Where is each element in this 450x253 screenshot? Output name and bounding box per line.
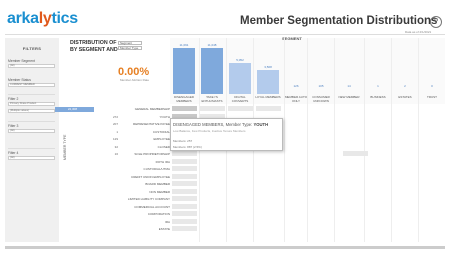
segment-label: TAKE I'S ENTHUSIASTS (201, 95, 223, 103)
segment-value: 2 (404, 84, 406, 88)
horizontal-scrollbar[interactable] (5, 246, 445, 249)
segment-value: 0 (431, 84, 433, 88)
row-label: CUSTODIAL/UTMA (143, 167, 170, 171)
row-label: GENERAL MEMBERSHIP (134, 107, 170, 111)
arkalytics-logo: arkalytics (7, 10, 78, 27)
segment-label: LOYAL MEMBERS (255, 95, 281, 99)
filter-label-3: Filter 3 (8, 124, 19, 128)
segment-label: ESTATES (398, 95, 412, 99)
row-label: CUSTODIAL (152, 129, 170, 134)
filter-2-values[interactable]: (Multiple values) (8, 109, 55, 113)
grid-line (284, 38, 285, 242)
row-value: 22,308 (67, 107, 77, 111)
filter-2-primary[interactable]: Primary Share Product (8, 102, 55, 106)
filters-panel (5, 38, 59, 242)
filter-4[interactable]: (All) (8, 156, 55, 160)
filter-member-status[interactable]: CURRENT MEMBER (8, 83, 55, 87)
grid-line (391, 38, 392, 242)
tooltip-description: Low Balance, Few Products, Inactive Tenu… (173, 129, 246, 133)
row-label: ROTH IRA (155, 159, 170, 164)
segment-value: 11,048 (207, 43, 217, 47)
segment-value: 3,568 (264, 65, 272, 69)
segment-value: 1 (377, 84, 379, 88)
row-value: 272 (112, 114, 118, 119)
segment-label: DISENGAGED MEMBERS (173, 95, 194, 103)
segment-dropdown[interactable]: Segment (118, 41, 142, 45)
segment-bar-enthusiasts[interactable] (201, 48, 223, 94)
row-label: SOLE PROPRIETORSHIP (134, 152, 170, 156)
segment-value: 11,091 (179, 43, 189, 47)
segment-value: 126 (293, 84, 299, 88)
row-label: EMPLOYEE (153, 137, 170, 141)
row-label: COMMERCIAL ACCOUNT (134, 204, 170, 209)
row-label: CORPORATION (147, 212, 170, 216)
tooltip-members-line: Members: 257 (173, 139, 193, 143)
segment-label: CONSUMER UNKNOWN (312, 95, 330, 103)
row-value: 207 (112, 122, 118, 126)
attrition-label: Member Attrition Rate (120, 78, 150, 82)
row-value: 16 (114, 152, 118, 156)
header-divider (5, 34, 445, 35)
segment-value: 5,052 (236, 58, 244, 62)
row-label: ESTATE (158, 227, 170, 231)
filter-divider (8, 121, 55, 122)
filters-heading: FILTERS (22, 46, 42, 51)
filter-label-member-segment: Member Segment (8, 59, 35, 63)
segment-label: MEMBER AUTO ONLY (284, 95, 308, 103)
member-type-axis-label: MEMBER TYPE (63, 134, 67, 160)
filter-3[interactable]: (All) (8, 129, 55, 133)
segment-bar-loyal-members[interactable] (257, 70, 279, 94)
row-label: IRA (164, 219, 170, 224)
row-label: NON MEMBER (149, 189, 170, 194)
filter-divider (8, 148, 55, 149)
row-value: 32 (114, 144, 118, 149)
segment-label: BUSINESS (370, 95, 386, 99)
segment-label: NEW MEMBER (338, 95, 360, 99)
row-value: 1 (116, 129, 118, 134)
tooltip-title: DISENGAGED MEMBERS, Member Type: YOUTH (173, 122, 269, 127)
row-label: REPRESENTATIVE PAYEE (133, 122, 170, 126)
segment-label: TRUST (427, 95, 437, 99)
attrition-percentage: 0.00% (118, 66, 150, 78)
segment-value: 14 (347, 84, 351, 88)
segment-bar-disengaged[interactable] (173, 48, 195, 94)
help-icon[interactable]: ? (430, 16, 442, 28)
member-type-dropdown[interactable]: Member Type (118, 46, 142, 50)
row-label: YOUTH (159, 114, 171, 119)
row-label: BOARD MEMBER (145, 182, 170, 186)
segment-label: DIGITAL CONVERTS (231, 95, 249, 103)
filter-label-member-status: Member Status (8, 78, 31, 82)
filter-member-segment[interactable]: (All) (8, 64, 55, 68)
row-label: CREDIT UNION EMPLOYEE (131, 174, 170, 179)
filter-label-4: Filter 4 (8, 151, 19, 155)
row-value: 129 (112, 137, 118, 141)
distribution-label: DISTRIBUTION OF BY SEGMENT AND (70, 40, 118, 53)
filter-divider (8, 94, 55, 95)
row-label: CLOSED (157, 144, 170, 149)
grid-line (307, 38, 308, 242)
grid-line (334, 38, 335, 242)
grid-line (364, 38, 365, 242)
page-title: Member Segmentation Distributions (240, 15, 438, 27)
filter-label-2: Filter 2 (8, 97, 19, 101)
segment-bar-digital-converts[interactable] (229, 63, 251, 94)
segment-value: 105 (318, 84, 324, 88)
grid-line (418, 38, 419, 242)
tooltip-members-pct-line: Members: 887 (2.5%) (173, 145, 202, 149)
row-label: LIMITED LIABILITY COMPANY (127, 197, 170, 201)
